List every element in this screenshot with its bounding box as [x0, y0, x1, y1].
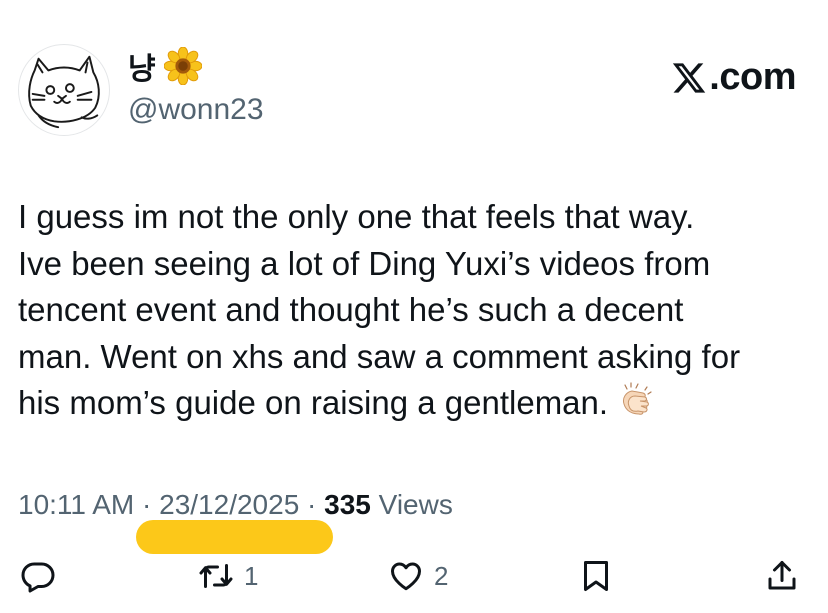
heart-icon — [391, 562, 421, 591]
display-name-text: 냥 — [128, 52, 156, 87]
share-icon — [768, 561, 796, 590]
like-button[interactable]: 2 — [388, 556, 448, 596]
reply-icon — [21, 562, 55, 593]
display-name[interactable]: 냥 — [128, 46, 202, 87]
clapping-hands-emoji — [623, 382, 652, 415]
meta-separator: · — [307, 489, 317, 520]
bookmark-icon — [584, 561, 608, 591]
action-bar: 1 2 — [0, 556, 828, 600]
sunflower-emoji — [163, 47, 202, 85]
brand-text: .com — [709, 56, 796, 98]
x-logo-icon — [673, 62, 706, 93]
tweet-text: I guess im not the only one that feels t… — [18, 194, 818, 427]
user-handle[interactable]: @wonn23 — [128, 93, 264, 127]
retweet-button[interactable]: 1 — [198, 556, 258, 596]
brand-logo: .com — [671, 56, 796, 99]
reply-button[interactable] — [20, 556, 56, 596]
like-count: 2 — [434, 560, 449, 591]
tweet-meta: 10:11 AM · 23/12/2025 · 335 Views — [18, 489, 453, 521]
retweet-icon — [199, 564, 233, 588]
views-count: 335 — [324, 489, 371, 520]
cat-sketch-avatar — [28, 55, 100, 129]
avatar[interactable] — [18, 44, 110, 136]
tweet-date[interactable]: 23/12/2025 — [159, 489, 299, 520]
views-label: Views — [378, 489, 453, 520]
meta-separator: · — [142, 489, 152, 520]
tweet-time[interactable]: 10:11 AM — [18, 489, 134, 520]
bookmark-button[interactable] — [578, 556, 614, 596]
date-highlight-mark — [136, 520, 333, 554]
share-button[interactable] — [764, 556, 800, 596]
retweet-count: 1 — [244, 560, 259, 591]
